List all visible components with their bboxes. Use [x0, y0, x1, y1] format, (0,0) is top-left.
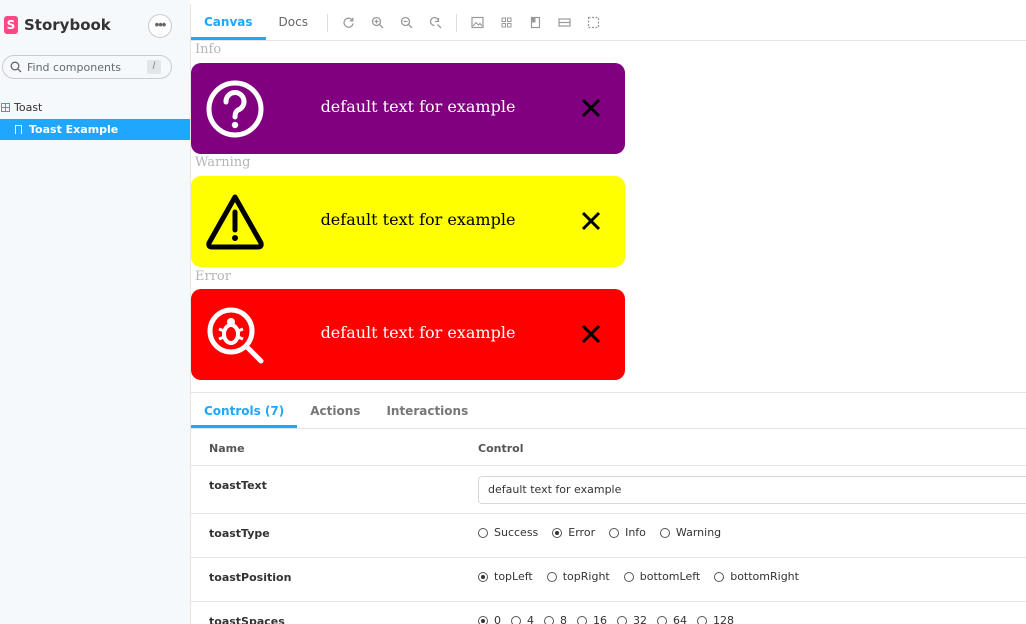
viewport-button[interactable] — [521, 4, 550, 40]
main-area: Canvas Docs Info default text for exampl… — [190, 4, 1026, 624]
background-icon — [471, 16, 484, 28]
storybook-logo-icon: S — [4, 16, 18, 34]
reload-button[interactable] — [334, 4, 363, 40]
sidebar-group-toast[interactable]: Toast — [0, 100, 42, 114]
radio-space-16[interactable]: 16 — [577, 614, 607, 624]
radio-space-128[interactable]: 128 — [697, 614, 734, 624]
tab-docs[interactable]: Docs — [266, 4, 321, 40]
viewport-icon — [530, 16, 541, 28]
toolbar: Canvas Docs — [191, 4, 1026, 41]
toastposition-radio-group: topLeft topRight bottomLeft bottomRight — [478, 570, 813, 583]
zoom-out-button[interactable] — [392, 4, 421, 40]
toolbar-divider — [455, 14, 457, 32]
search-box[interactable]: / — [2, 55, 172, 79]
radio-topleft[interactable]: topLeft — [478, 570, 533, 583]
component-icon — [1, 102, 10, 112]
toast-message: default text for example — [320, 97, 516, 116]
tab-interactions[interactable]: Interactions — [373, 393, 481, 428]
reload-icon — [343, 17, 354, 28]
zoom-reset-button[interactable] — [421, 4, 450, 40]
toastspaces-radio-group: 0 4 8 16 32 64 128 — [478, 614, 744, 624]
outline-button[interactable] — [579, 4, 608, 40]
zoom-in-icon — [371, 16, 384, 28]
close-icon[interactable] — [580, 323, 602, 345]
control-name: toastSpaces — [209, 615, 285, 624]
brand[interactable]: S Storybook — [4, 16, 111, 34]
warning-toast: default text for example — [191, 176, 625, 267]
sidebar-group-label: Toast — [14, 100, 43, 114]
control-name: toastPosition — [209, 571, 292, 584]
sidebar-item-label: Toast Example — [29, 123, 119, 136]
background-button[interactable] — [463, 4, 492, 40]
control-row-toasttype: toastType Success Error Info Warning — [191, 514, 1026, 558]
bug-search-icon — [207, 307, 264, 364]
question-circle-icon — [206, 80, 264, 138]
info-toast: default text for example — [191, 63, 625, 154]
sidebar-item-toast-example[interactable]: Toast Example — [0, 119, 190, 140]
radio-space-8[interactable]: 8 — [544, 614, 567, 624]
info-section-label: Info — [195, 42, 222, 57]
addons-tabs: Controls (7) Actions Interactions — [191, 393, 1026, 429]
radio-space-4[interactable]: 4 — [511, 614, 534, 624]
story-preview: Info default text for example Warning de… — [191, 41, 1026, 392]
radio-success[interactable]: Success — [478, 526, 538, 539]
zoom-in-button[interactable] — [363, 4, 392, 40]
warning-section-label: Warning — [195, 155, 251, 170]
radio-bottomright[interactable]: bottomRight — [714, 570, 799, 583]
control-name: toastText — [209, 479, 267, 492]
toast-message: default text for example — [320, 210, 516, 229]
grid-button[interactable] — [492, 4, 521, 40]
radio-space-64[interactable]: 64 — [657, 614, 687, 624]
menu-button[interactable]: ••• — [148, 14, 172, 38]
close-icon[interactable] — [580, 210, 602, 232]
search-input[interactable] — [27, 60, 137, 74]
error-section-label: Error — [195, 269, 231, 284]
control-row-toasttext: toastText default text for example — [191, 466, 1026, 514]
addons-panel: Controls (7) Actions Interactions Name C… — [191, 392, 1026, 624]
control-row-toastspaces: toastSpaces 0 4 8 16 32 64 128 — [191, 602, 1026, 624]
ellipsis-icon: ••• — [154, 17, 167, 32]
search-shortcut-hint: / — [147, 60, 161, 74]
measure-icon — [558, 17, 571, 27]
radio-space-0[interactable]: 0 — [478, 614, 501, 624]
error-toast: default text for example — [191, 289, 625, 380]
toasttype-radio-group: Success Error Info Warning — [478, 526, 735, 539]
radio-bottomleft[interactable]: bottomLeft — [623, 570, 700, 583]
radio-topright[interactable]: topRight — [546, 570, 610, 583]
bookmark-icon — [15, 125, 22, 134]
radio-space-32[interactable]: 32 — [617, 614, 647, 624]
zoom-reset-icon — [429, 16, 442, 28]
column-header-name: Name — [209, 442, 245, 455]
warning-triangle-icon — [206, 194, 264, 250]
control-row-toastposition: toastPosition topLeft topRight bottomLef… — [191, 558, 1026, 602]
toolbar-divider — [326, 14, 328, 32]
measure-button[interactable] — [550, 4, 579, 40]
radio-info[interactable]: Info — [609, 526, 646, 539]
grid-icon — [501, 17, 512, 27]
brand-name: Storybook — [24, 16, 111, 34]
column-header-control: Control — [478, 442, 524, 455]
tab-controls[interactable]: Controls (7) — [191, 393, 298, 428]
zoom-out-icon — [400, 16, 413, 28]
sidebar: S Storybook ••• / Toast Toast Example — [0, 0, 190, 624]
tab-canvas[interactable]: Canvas — [191, 4, 266, 40]
close-icon[interactable] — [580, 97, 602, 119]
outline-icon — [587, 16, 600, 28]
toast-message: default text for example — [320, 323, 516, 342]
search-icon — [10, 61, 22, 73]
radio-warning[interactable]: Warning — [659, 526, 721, 539]
radio-error[interactable]: Error — [552, 526, 595, 539]
tab-actions[interactable]: Actions — [297, 393, 373, 428]
control-name: toastType — [209, 527, 270, 540]
toasttext-input[interactable]: default text for example — [478, 476, 1026, 504]
controls-table-header: Name Control — [191, 429, 1026, 466]
